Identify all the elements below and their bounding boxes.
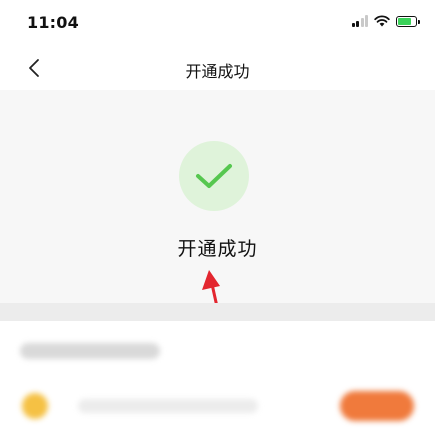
page-title: 开通成功 — [185, 62, 250, 81]
status-time: 11:04 — [27, 13, 79, 32]
wifi-icon — [374, 15, 390, 27]
blurred-promo-card — [0, 321, 435, 433]
checkmark-icon — [196, 164, 232, 188]
status-icons — [351, 13, 420, 29]
success-message: 开通成功 — [177, 238, 258, 260]
coin-icon — [22, 393, 48, 419]
blurred-action-button[interactable] — [340, 391, 414, 421]
status-bar: 11:04 — [0, 0, 435, 46]
blurred-description — [78, 399, 258, 413]
battery-charging-icon — [396, 15, 420, 27]
success-badge — [179, 141, 249, 211]
signal-icon — [351, 15, 368, 27]
section-divider — [0, 303, 435, 321]
blurred-heading — [20, 343, 160, 359]
nav-bar: 开通成功 — [0, 46, 435, 90]
